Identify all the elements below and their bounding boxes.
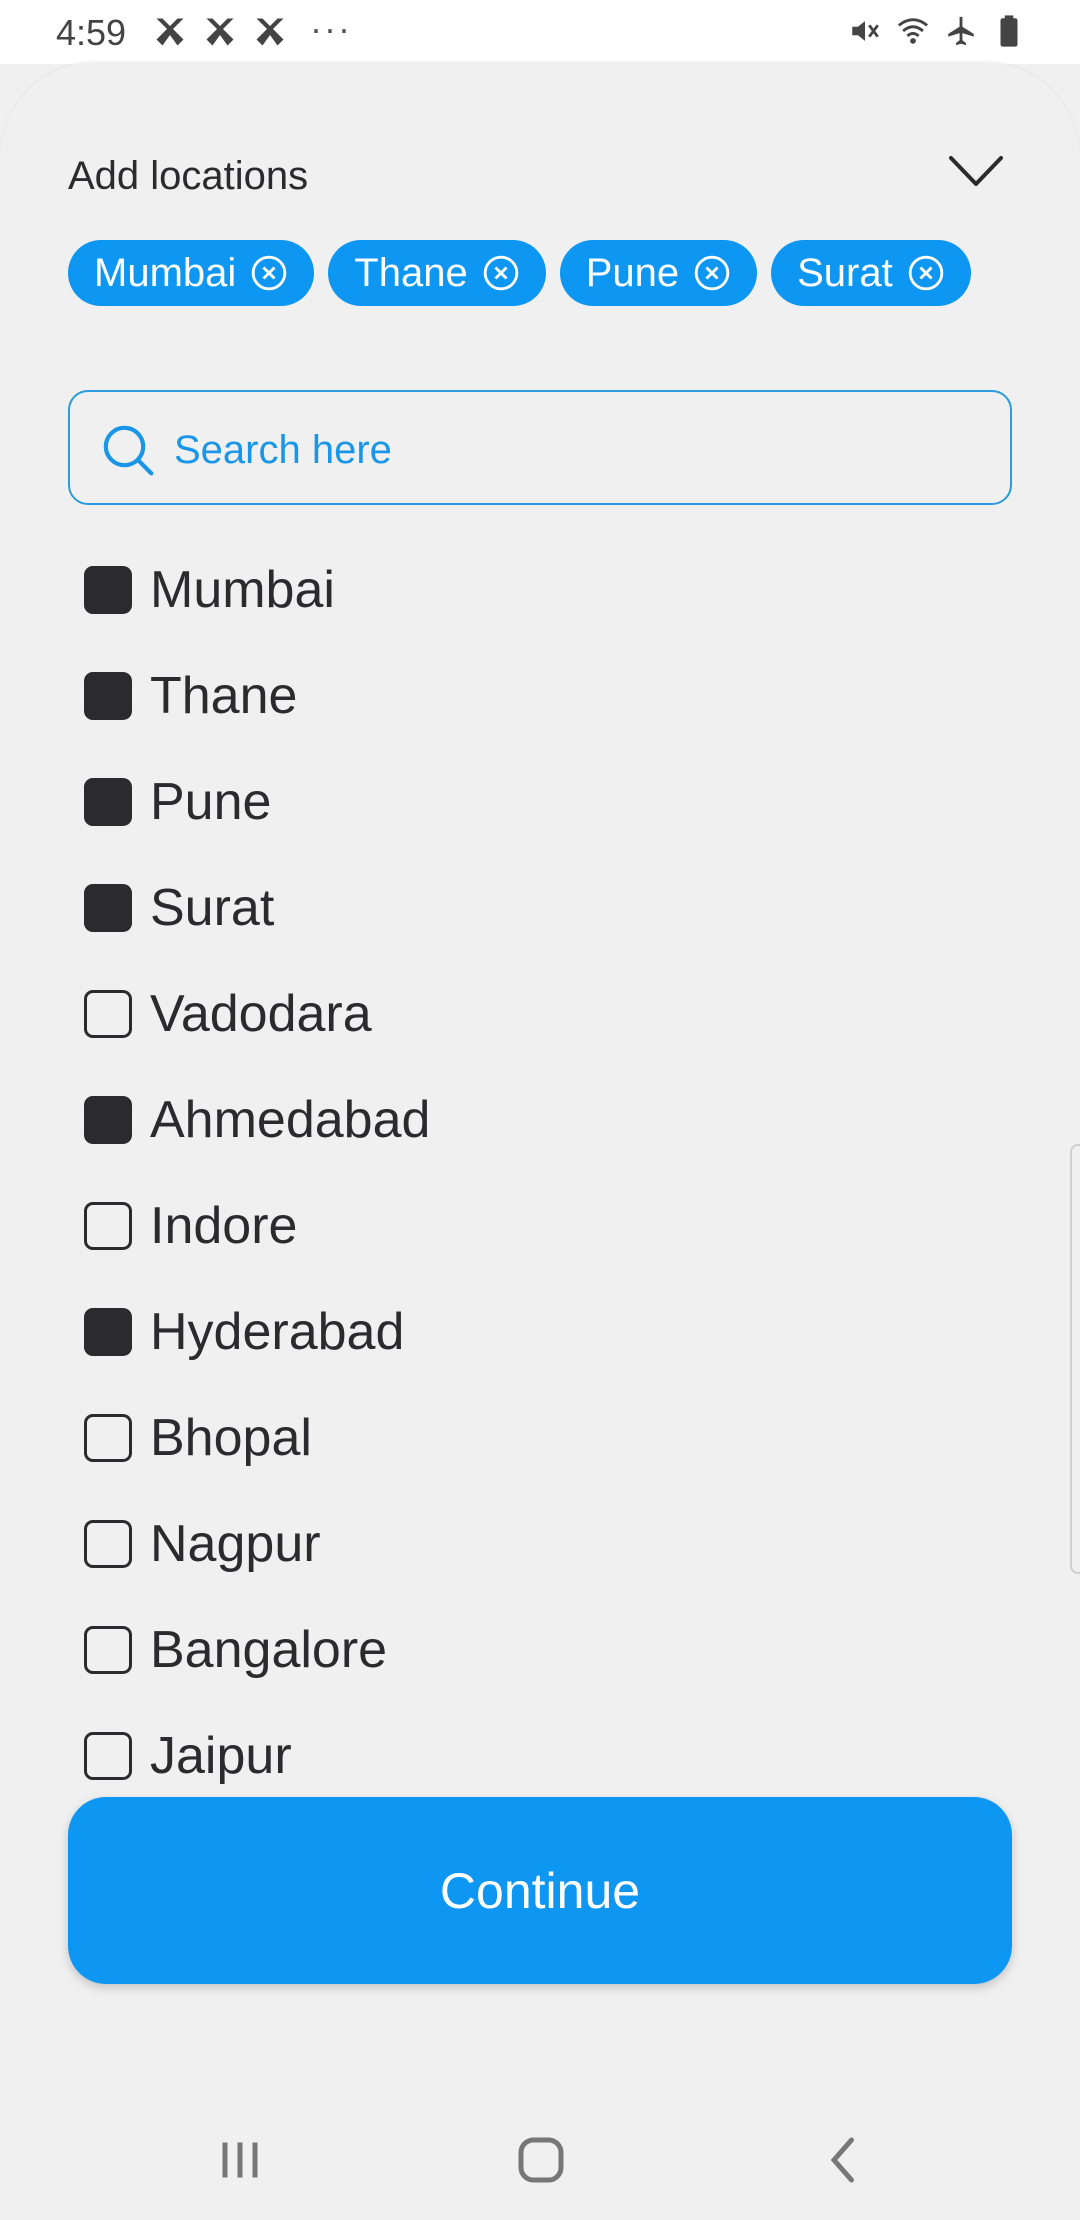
system-icons [848,14,1026,48]
add-locations-sheet: Add locations Mumbai Thane Pune Surat Se… [0,62,1080,2220]
app-notification-icon [156,18,184,46]
status-time: 4:59 [56,12,127,53]
checkbox[interactable] [84,1732,132,1780]
recent-apps-icon[interactable] [210,2130,270,2190]
location-label: Bhopal [150,1409,312,1467]
list-item[interactable]: Bhopal [84,1385,984,1491]
chip-mumbai[interactable]: Mumbai [68,240,315,306]
checkbox[interactable] [84,884,132,932]
chip-label: Surat [797,250,893,295]
checkbox[interactable] [84,1520,132,1568]
list-item[interactable]: Vadodara [84,961,984,1067]
remove-chip-icon[interactable] [250,254,288,292]
list-item[interactable]: Indore [84,1173,984,1279]
checkbox[interactable] [84,1202,132,1250]
remove-chip-icon[interactable] [482,254,520,292]
list-item[interactable]: Thane [84,643,984,749]
location-label: Indore [150,1197,298,1255]
list-item[interactable]: Mumbai [84,537,984,643]
more-notifications-indicator: ··· [310,8,352,49]
checkbox[interactable] [84,1096,132,1144]
battery-icon [1000,15,1018,47]
search-placeholder: Search here [174,428,392,472]
sheet-title: Add locations [68,154,309,198]
checkbox[interactable] [84,778,132,826]
checkbox[interactable] [84,1414,132,1462]
chip-pune[interactable]: Pune [559,240,758,306]
app-notification-icon [206,18,234,46]
checkbox[interactable] [84,1626,132,1674]
location-label: Nagpur [150,1515,321,1573]
location-label: Vadodara [150,985,372,1043]
location-label: Hyderabad [150,1303,405,1361]
location-label: Mumbai [150,561,335,619]
chevron-down-icon[interactable] [948,152,1004,192]
checkbox[interactable] [84,566,132,614]
wifi-icon [897,18,929,44]
chip-surat[interactable]: Surat [771,240,971,306]
location-label: Jaipur [150,1727,292,1785]
chip-label: Pune [585,250,680,295]
search-icon [103,425,154,476]
checkbox[interactable] [84,1308,132,1356]
navigation-bar [0,2100,1080,2220]
list-item[interactable]: Jaipur [84,1703,984,1809]
list-item[interactable]: Pune [84,749,984,855]
chip-thane[interactable]: Thane [328,240,546,306]
status-bar: 4:59 ··· [0,0,1080,64]
list-item[interactable]: Nagpur [84,1491,984,1597]
scrollbar[interactable] [1070,1144,1080,1574]
list-item[interactable]: Ahmedabad [84,1067,984,1173]
location-label: Thane [150,667,298,725]
list-item[interactable]: Bangalore [84,1597,984,1703]
location-label: Bangalore [150,1621,388,1679]
location-label: Ahmedabad [150,1091,431,1149]
remove-chip-icon[interactable] [693,254,731,292]
locations-list: Mumbai Thane Pune Surat Vadodara Ahmedab… [84,537,984,1809]
list-item[interactable]: Surat [84,855,984,961]
chip-label: Mumbai [94,250,237,295]
checkbox[interactable] [84,990,132,1038]
checkbox[interactable] [84,672,132,720]
remove-chip-icon[interactable] [907,254,945,292]
airplane-mode-icon [948,16,974,46]
mute-icon [852,21,879,41]
search-input[interactable]: Search here [68,390,1012,505]
location-label: Pune [150,773,272,831]
back-icon[interactable] [814,2130,874,2190]
location-label: Surat [150,879,275,937]
notification-icons [152,14,288,50]
list-item[interactable]: Hyderabad [84,1279,984,1385]
home-icon[interactable] [511,2130,571,2190]
continue-button[interactable]: Continue [68,1797,1012,1984]
selected-locations-chips: Mumbai Thane Pune Surat [68,240,971,306]
app-notification-icon [256,18,284,46]
chip-label: Thane [354,250,468,295]
